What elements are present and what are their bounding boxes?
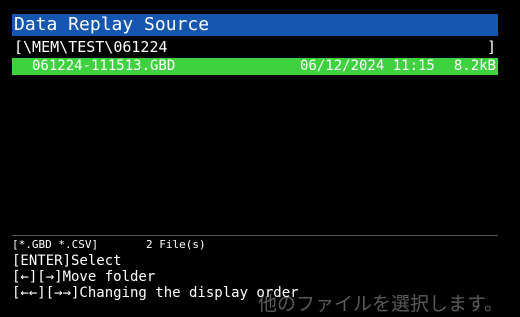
file-filter: [*.GBD *.CSV] (12, 238, 99, 251)
folder-path-close-bracket: ] (486, 38, 496, 56)
file-list[interactable]: 061224-111513.GBD 06/12/2024 11:15 8.2kB (12, 58, 498, 234)
overlay-caption: 他のファイルを選択します。 (258, 293, 504, 315)
hint-enter-select: [ENTER]Select (12, 253, 122, 269)
footer-divider (12, 235, 498, 236)
current-folder-path: [\MEM\TEST\061224 ] (12, 38, 498, 57)
file-date: 06/12/2024 11:15 (300, 58, 435, 74)
file-size: 8.2kB (453, 58, 496, 74)
hint-move-folder: [←][→]Move folder (12, 269, 156, 285)
folder-path-text: [\MEM\TEST\061224 (14, 38, 168, 56)
file-count: 2 File(s) (146, 238, 206, 251)
window-title: Data Replay Source (12, 14, 498, 36)
filter-row: [*.GBD *.CSV] 2 File(s) (12, 237, 498, 253)
file-row-selected[interactable]: 061224-111513.GBD 06/12/2024 11:15 8.2kB (12, 58, 498, 75)
file-name: 061224-111513.GBD (32, 58, 176, 74)
